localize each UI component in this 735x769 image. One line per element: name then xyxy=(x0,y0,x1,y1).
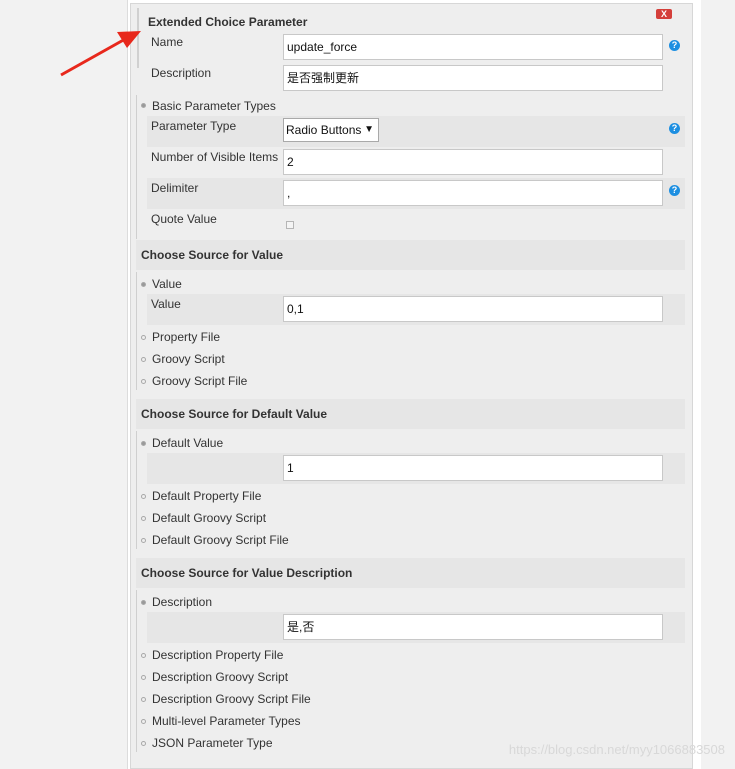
default-groovy-script-file-radio[interactable] xyxy=(141,538,146,543)
multi-level-radio[interactable] xyxy=(141,719,146,724)
quote-value-checkbox[interactable] xyxy=(286,221,294,229)
description-groovy-script-label: Description Groovy Script xyxy=(152,670,289,684)
groovy-script-radio[interactable] xyxy=(141,357,146,362)
property-file-label: Property File xyxy=(152,330,221,344)
property-file-radio[interactable] xyxy=(141,335,146,340)
source-description-heading: Choose Source for Value Description xyxy=(141,566,353,580)
json-parameter-radio[interactable] xyxy=(141,741,146,746)
group-line xyxy=(136,590,137,752)
description-property-file-radio[interactable] xyxy=(141,653,146,658)
description-property-file-label: Description Property File xyxy=(152,648,284,662)
help-icon[interactable]: ? xyxy=(669,123,680,134)
help-icon[interactable]: ? xyxy=(669,185,680,196)
visible-items-input[interactable]: 2 xyxy=(283,149,663,175)
parameter-type-select[interactable]: Radio Buttons ▼ xyxy=(283,118,379,142)
groovy-script-file-radio[interactable] xyxy=(141,379,146,384)
name-input[interactable]: update_force xyxy=(283,34,663,60)
value-option-label: Value xyxy=(152,277,182,291)
json-parameter-label: JSON Parameter Type xyxy=(152,736,273,750)
value-label: Value xyxy=(151,297,181,311)
name-label: Name xyxy=(151,35,184,49)
groovy-script-file-label: Groovy Script File xyxy=(152,374,248,388)
default-property-file-label: Default Property File xyxy=(152,489,262,503)
value-radio[interactable] xyxy=(141,282,146,287)
default-value-radio[interactable] xyxy=(141,441,146,446)
description-groovy-script-file-label: Description Groovy Script File xyxy=(152,692,311,706)
help-icon[interactable]: ? xyxy=(669,40,680,51)
default-groovy-script-file-label: Default Groovy Script File xyxy=(152,533,289,547)
description-groovy-script-radio[interactable] xyxy=(141,675,146,680)
description-input[interactable]: 是否强制更新 xyxy=(283,65,663,91)
watermark: https://blog.csdn.net/myy1066883508 xyxy=(508,742,725,757)
default-property-file-radio[interactable] xyxy=(141,494,146,499)
basic-types-label: Basic Parameter Types xyxy=(152,99,276,113)
default-groovy-script-radio[interactable] xyxy=(141,516,146,521)
source-value-heading: Choose Source for Value xyxy=(141,248,284,262)
group-line xyxy=(136,95,137,239)
multi-level-label: Multi-level Parameter Types xyxy=(152,714,301,728)
annotation-arrow-icon xyxy=(60,31,141,77)
description-option-label: Description xyxy=(152,595,213,609)
default-value-input[interactable]: 1 xyxy=(283,455,663,481)
value-input[interactable]: 0,1 xyxy=(283,296,663,322)
description-value-input[interactable]: 是,否 xyxy=(283,614,663,640)
basic-types-radio[interactable] xyxy=(141,103,146,108)
groovy-script-label: Groovy Script xyxy=(152,352,225,366)
default-value-option-label: Default Value xyxy=(152,436,224,450)
chevron-down-icon: ▼ xyxy=(364,124,374,135)
page-border xyxy=(127,0,128,769)
delimiter-input[interactable]: , xyxy=(283,180,663,206)
description-radio[interactable] xyxy=(141,600,146,605)
quote-value-label: Quote Value xyxy=(151,212,217,226)
parameter-type-label: Parameter Type xyxy=(151,119,237,133)
description-label: Description xyxy=(151,66,212,80)
delete-button[interactable]: X xyxy=(656,9,672,19)
parameter-type-value: Radio Buttons xyxy=(286,123,362,137)
description-groovy-script-file-radio[interactable] xyxy=(141,697,146,702)
group-line xyxy=(136,272,137,390)
panel-title: Extended Choice Parameter xyxy=(148,15,308,29)
visible-items-label: Number of Visible Items xyxy=(151,150,279,164)
default-groovy-script-label: Default Groovy Script xyxy=(152,511,267,525)
delimiter-label: Delimiter xyxy=(151,181,199,195)
group-line xyxy=(136,431,137,549)
source-default-heading: Choose Source for Default Value xyxy=(141,407,328,421)
